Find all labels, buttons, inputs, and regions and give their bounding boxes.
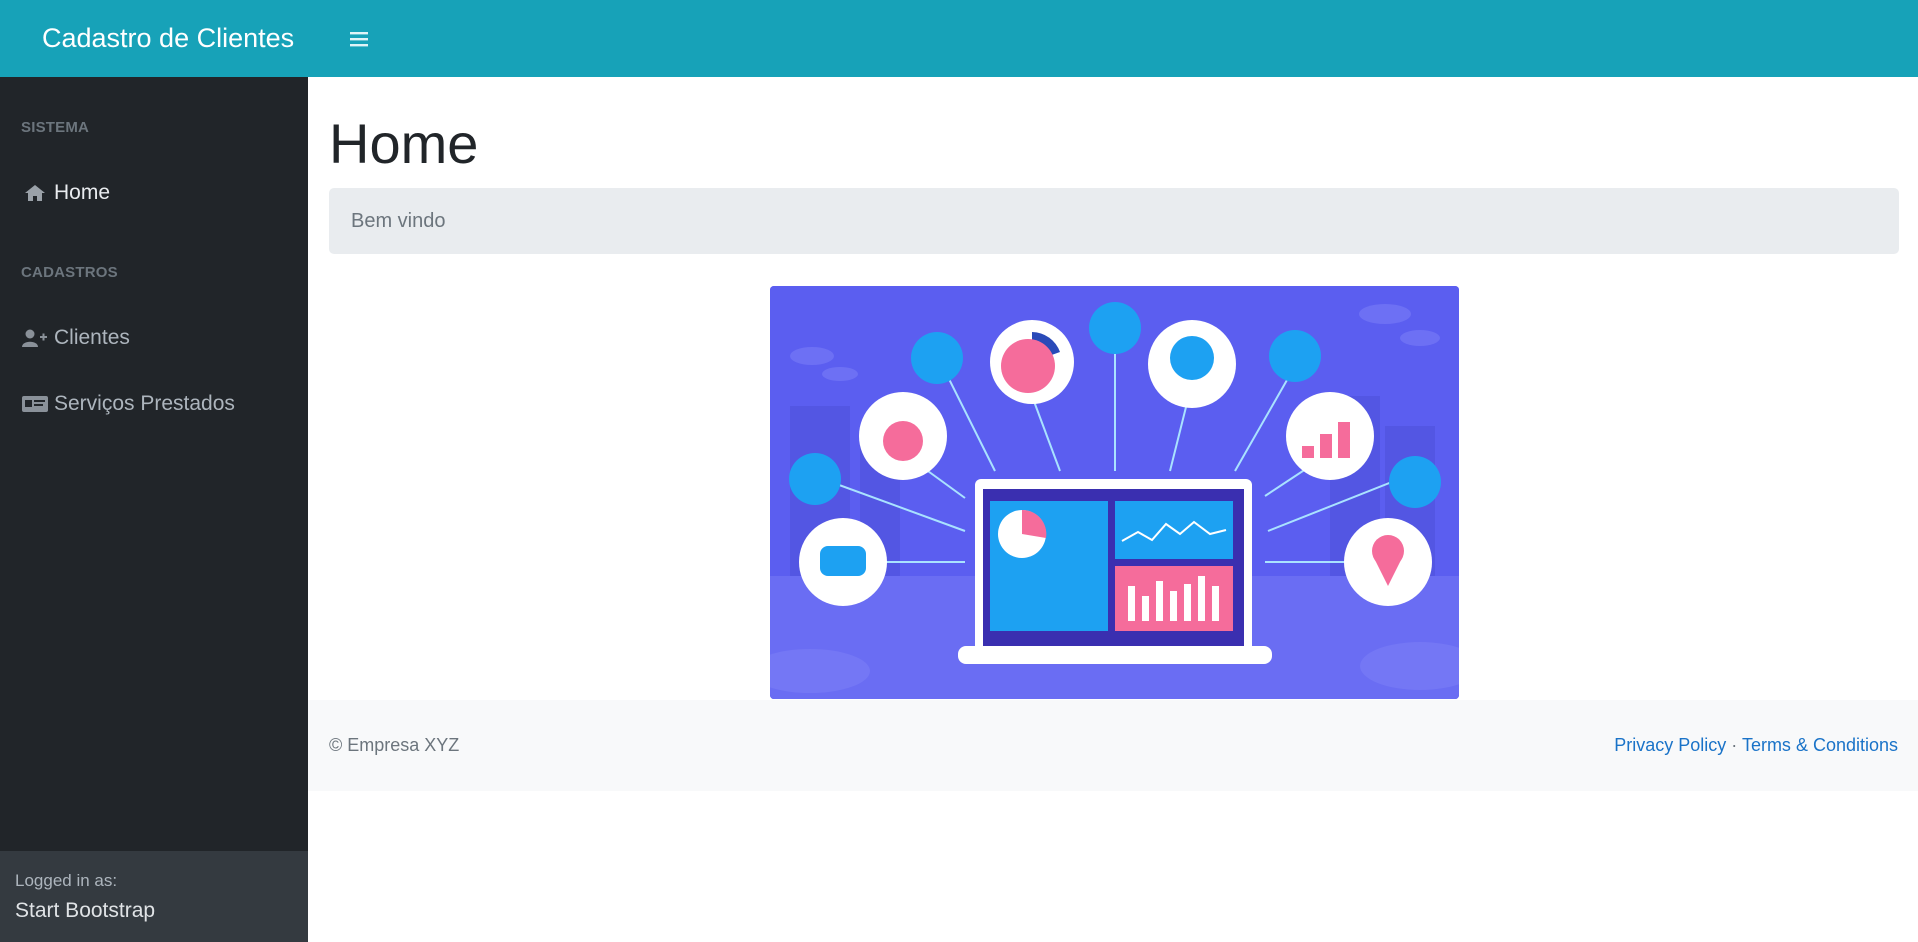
hero-illustration	[770, 286, 1459, 699]
logged-in-user: Start Bootstrap	[15, 899, 156, 922]
top-navbar: Cadastro de Clientes	[0, 0, 1918, 77]
page-title: Home	[329, 112, 479, 175]
sidebar-heading-sistema: SISTEMA	[21, 119, 90, 136]
terms-conditions-link[interactable]: Terms & Conditions	[1742, 735, 1898, 755]
privacy-policy-link[interactable]: Privacy Policy	[1614, 735, 1726, 755]
footer-links: Privacy Policy · Terms & Conditions	[1614, 735, 1898, 756]
user-plus-icon	[20, 329, 50, 347]
copyright-text: © Empresa XYZ	[329, 735, 460, 755]
sidebar: SISTEMA Home CADASTROS Clientes Serviços…	[0, 77, 308, 942]
id-card-icon	[20, 395, 50, 413]
main-content: Home Bem vindo © Empresa XYZ Privacy Pol…	[308, 77, 1918, 942]
footer-separator: ·	[1731, 735, 1738, 755]
home-icon	[20, 184, 50, 202]
sidebar-item-clientes[interactable]: Clientes	[0, 316, 308, 360]
sidebar-heading-cadastros: CADASTROS	[21, 264, 118, 281]
sidebar-item-label: Clientes	[54, 326, 130, 349]
bars-icon	[350, 31, 368, 46]
sidebar-footer: Logged in as: Start Bootstrap	[0, 851, 308, 942]
sidebar-item-label: Home	[54, 181, 111, 204]
brand-title[interactable]: Cadastro de Clientes	[42, 23, 342, 54]
sidebar-toggle-button[interactable]	[343, 23, 375, 55]
page-footer: © Empresa XYZ Privacy Policy · Terms & C…	[308, 700, 1918, 791]
sidebar-item-label: Serviços Prestados	[54, 392, 235, 415]
breadcrumb-text: Bem vindo	[351, 209, 446, 232]
breadcrumb: Bem vindo	[329, 188, 1899, 254]
logged-in-label: Logged in as:	[15, 871, 118, 890]
sidebar-item-home[interactable]: Home	[0, 171, 308, 215]
sidebar-item-servicos-prestados[interactable]: Serviços Prestados	[0, 382, 308, 426]
